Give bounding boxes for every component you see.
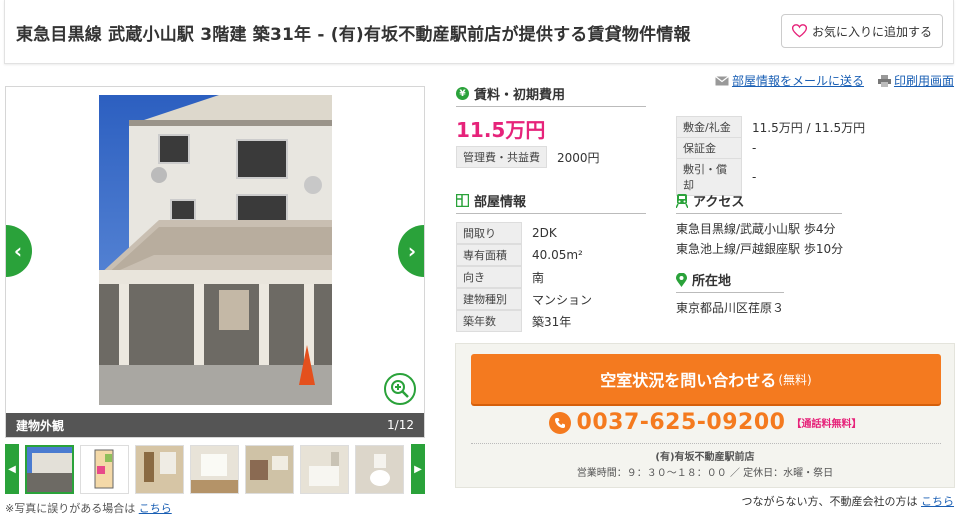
thumbnail[interactable] xyxy=(25,444,74,494)
photo-error-link[interactable]: こちら xyxy=(139,502,172,515)
chevron-right-icon: › xyxy=(407,239,417,263)
triangle-right-icon: ▶ xyxy=(414,463,422,475)
fee-label: 敷金/礼金 xyxy=(676,116,742,138)
photo-error-note: ※写真に誤りがある場合は こちら xyxy=(5,500,172,516)
alt-contact-link[interactable]: こちら xyxy=(921,495,954,508)
thumbnail[interactable] xyxy=(80,444,129,494)
room-row: 間取り 2DK xyxy=(456,222,557,244)
thumbnail[interactable] xyxy=(300,444,349,494)
rent-price: 11.5万円 xyxy=(456,118,546,142)
page-header: 東急目黒線 武蔵小山駅 3階建 築31年 - (有)有坂不動産駅前店が提供する賃… xyxy=(4,0,954,64)
fee-row: 保証金 - xyxy=(676,137,756,159)
thumbnail[interactable] xyxy=(245,444,294,494)
mgmt-fee-row: 管理費・共益費 2000円 xyxy=(456,146,600,168)
photo-gallery: ‹ › 建物外観 1/12 xyxy=(5,86,425,438)
chevron-left-icon: ‹ xyxy=(13,239,23,263)
mgmt-fee-value: 2000円 xyxy=(557,150,600,165)
inquire-vacancy-button[interactable]: 空室状況を問い合わせる (無料) xyxy=(471,354,941,404)
page-title: 東急目黒線 武蔵小山駅 3階建 築31年 - (有)有坂不動産駅前店が提供する賃… xyxy=(16,25,691,45)
email-room-link[interactable]: 部屋情報をメールに送る xyxy=(715,72,864,89)
contact-divider xyxy=(471,443,941,444)
fee-value: - xyxy=(752,170,757,184)
room-label: 向き xyxy=(456,266,522,288)
room-row: 築年数 築31年 xyxy=(456,310,571,332)
fee-label: 保証金 xyxy=(676,137,742,159)
heart-icon xyxy=(791,24,807,38)
inquire-vacancy-label: 空室状況を問い合わせる xyxy=(600,371,777,390)
fees-heading-label: 賃料・初期費用 xyxy=(474,88,566,103)
triangle-left-icon: ◀ xyxy=(8,463,16,475)
photo-counter: 1/12 xyxy=(387,418,414,432)
fee-value: - xyxy=(752,141,757,155)
access-heading-label: アクセス xyxy=(693,195,745,210)
thumbnail-strip: ◀ ▶ xyxy=(5,443,425,495)
mail-icon xyxy=(715,75,729,85)
thumbs-next-button[interactable]: ▶ xyxy=(411,444,425,494)
agency-name: (有)有坂不動産駅前店 xyxy=(655,452,755,463)
thumbnail[interactable] xyxy=(135,444,184,494)
room-value: 40.05m² xyxy=(532,248,583,262)
phone-icon xyxy=(548,411,571,434)
add-favorite-button[interactable]: お気に入りに追加する xyxy=(781,14,943,48)
print-icon xyxy=(877,74,891,87)
location-heading-label: 所在地 xyxy=(692,274,732,289)
fee-row: 敷金/礼金 11.5万円 / 11.5万円 xyxy=(676,116,865,138)
room-info-heading-label: 部屋情報 xyxy=(474,195,527,210)
prev-photo-button[interactable]: ‹ xyxy=(6,225,32,277)
main-photo[interactable] xyxy=(99,95,332,405)
yen-icon: ¥ xyxy=(456,87,469,100)
room-value: 築31年 xyxy=(532,314,572,329)
room-label: 間取り xyxy=(456,222,522,244)
print-view-label: 印刷用画面 xyxy=(893,74,954,88)
room-row: 向き 南 xyxy=(456,266,544,288)
fee-value: 11.5万円 / 11.5万円 xyxy=(752,120,866,135)
utility-links: 部屋情報をメールに送る 印刷用画面 xyxy=(715,72,954,89)
add-favorite-label: お気に入りに追加する xyxy=(811,24,932,39)
photo-caption: 建物外観 xyxy=(16,418,65,433)
room-label: 建物種別 xyxy=(456,288,522,310)
access-line: 東急目黒線/武蔵小山駅 歩4分 xyxy=(676,222,836,236)
train-icon xyxy=(676,193,688,208)
map-pin-icon xyxy=(676,272,687,287)
phone-row: 0037-625-09200 【通話料無料】 xyxy=(456,410,954,435)
thumbnail[interactable] xyxy=(190,444,239,494)
fees-heading: ¥ 賃料・初期費用 xyxy=(456,84,646,107)
phone-number[interactable]: 0037-625-09200 xyxy=(577,410,786,435)
access-heading: アクセス xyxy=(676,191,842,214)
room-label: 専有面積 xyxy=(456,244,522,266)
location-heading: 所在地 xyxy=(676,270,784,293)
room-label: 築年数 xyxy=(456,310,522,332)
building-exterior-photo xyxy=(99,95,332,405)
floorplan-icon xyxy=(456,194,469,207)
room-value: 2DK xyxy=(532,226,557,240)
print-view-link[interactable]: 印刷用画面 xyxy=(877,72,954,89)
mgmt-fee-label: 管理費・共益費 xyxy=(456,146,547,168)
thumbs-prev-button[interactable]: ◀ xyxy=(5,444,19,494)
toll-free-badge: 【通話料無料】 xyxy=(791,419,862,430)
access-line: 東急池上線/戸越銀座駅 歩10分 xyxy=(676,242,844,256)
zoom-in-icon xyxy=(391,380,409,398)
room-row: 建物種別 マンション xyxy=(456,288,592,310)
zoom-button[interactable] xyxy=(384,373,416,405)
room-value: マンション xyxy=(532,292,593,307)
address: 東京都品川区荏原３ xyxy=(676,301,785,315)
thumbnail[interactable] xyxy=(355,444,404,494)
next-photo-button[interactable]: › xyxy=(398,225,424,277)
photo-caption-bar: 建物外観 1/12 xyxy=(6,413,424,437)
thumbnail-list xyxy=(19,444,411,494)
alt-contact-note: つながらない方、不動産会社の方は こちら xyxy=(742,493,955,509)
room-value: 南 xyxy=(532,270,545,285)
room-info-heading: 部屋情報 xyxy=(456,191,646,214)
photo-error-text: ※写真に誤りがある場合は xyxy=(5,502,136,515)
inquire-vacancy-free: (無料) xyxy=(778,372,812,387)
email-room-label: 部屋情報をメールに送る xyxy=(731,74,864,88)
contact-box: 空室状況を問い合わせる (無料) 0037-625-09200 【通話料無料】 … xyxy=(455,343,955,488)
business-hours: 営業時間：９：３０〜１８：００ ／ 定休日：水曜・祭日 xyxy=(576,468,834,479)
alt-contact-text: つながらない方、不動産会社の方は xyxy=(741,495,918,508)
room-row: 専有面積 40.05m² xyxy=(456,244,583,266)
